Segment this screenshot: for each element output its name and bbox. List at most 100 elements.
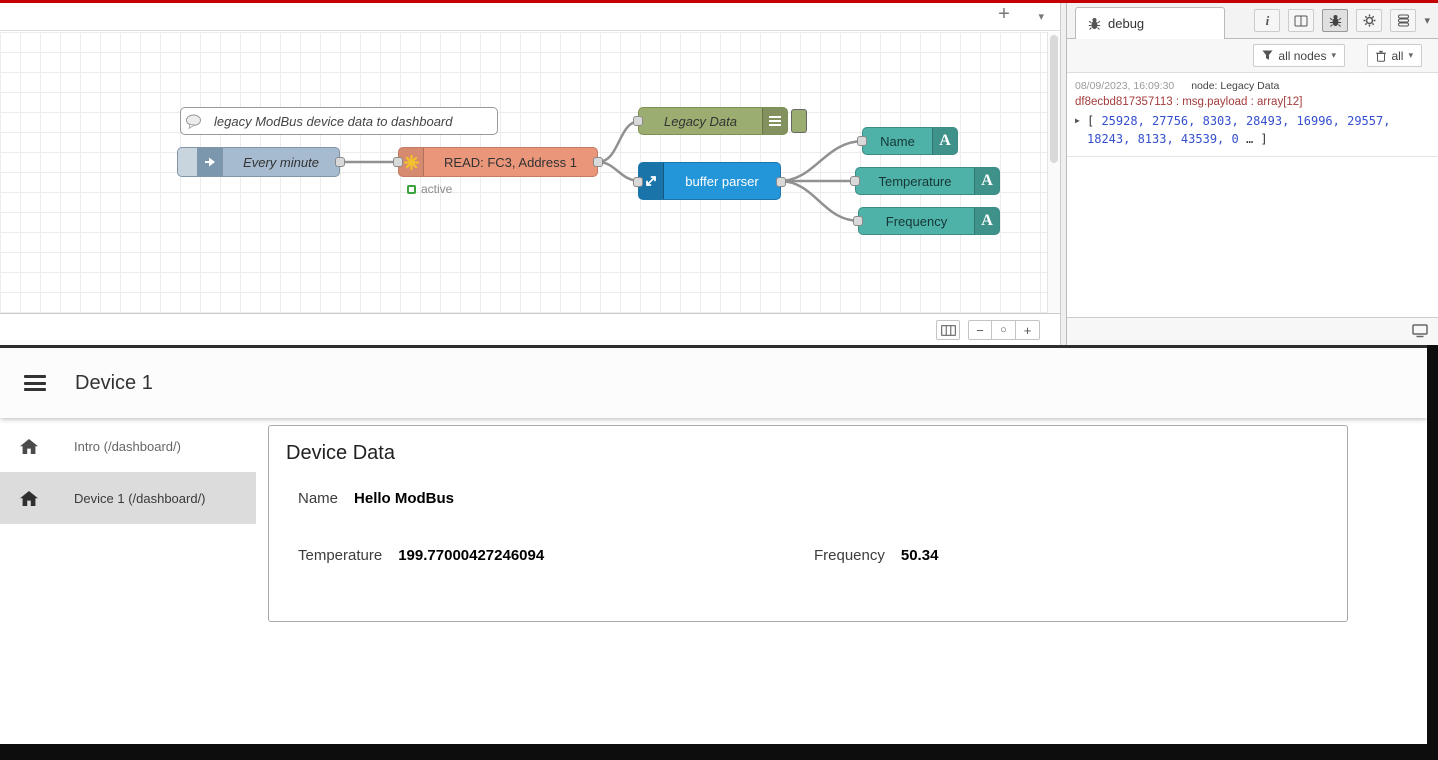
home-icon (20, 491, 38, 506)
open-debug-window-button[interactable] (1412, 324, 1428, 343)
comment-bubble-icon (181, 108, 206, 134)
debug-tab-button[interactable] (1322, 9, 1348, 32)
flow-list-caret-icon[interactable]: ▾ (1038, 10, 1044, 23)
help-tab-button[interactable] (1288, 9, 1314, 32)
monitor-icon (1412, 324, 1428, 338)
chevron-down-icon: ▾ (1331, 50, 1336, 61)
inject-output-port[interactable] (335, 157, 345, 167)
flow-canvas[interactable]: legacy ModBus device data to dashboard E… (0, 32, 1060, 313)
canvas-vertical-scrollbar[interactable] (1047, 32, 1060, 313)
debug-node[interactable]: Legacy Data (638, 107, 788, 135)
ui-text-node-frequency[interactable]: Frequency A (858, 207, 1000, 235)
ui-text-node-temperature[interactable]: Temperature A (855, 167, 1000, 195)
nav-item-device-1[interactable]: Device 1 (/dashboard/) (0, 472, 256, 524)
map-icon (941, 325, 956, 336)
modbus-read-input-port[interactable] (393, 157, 403, 167)
book-icon (1294, 15, 1308, 27)
buffer-parser-node[interactable]: buffer parser (638, 162, 781, 200)
ui-text-node-label: Frequency (859, 208, 974, 234)
modbus-read-node-label: READ: FC3, Address 1 (424, 148, 597, 176)
debug-enable-toggle[interactable] (791, 109, 807, 133)
ui-text-node-name[interactable]: Name A (862, 127, 958, 155)
funnel-icon (1262, 50, 1273, 61)
debug-source-node: node: Legacy Data (1191, 80, 1279, 92)
comment-node[interactable]: legacy ModBus device data to dashboard (180, 107, 498, 135)
editor-footer: − ○ + (0, 313, 1060, 345)
debug-message-path: df8ecbd817357113 : msg.payload : array[1… (1075, 96, 1430, 108)
context-data-tab-button[interactable] (1390, 9, 1416, 32)
debug-node-label: Legacy Data (639, 108, 762, 134)
field-value: 50.34 (901, 547, 939, 564)
ui-text-input-port[interactable] (857, 136, 867, 146)
field-label: Frequency (814, 547, 885, 564)
field-label: Temperature (298, 547, 382, 564)
add-flow-button[interactable]: + (992, 3, 1016, 26)
menu-hamburger-icon[interactable] (24, 375, 46, 391)
nav-item-intro[interactable]: Intro (/dashboard/) (0, 420, 256, 472)
debug-input-port[interactable] (633, 116, 643, 126)
payload-open-bracket: [ (1087, 114, 1101, 128)
debug-filter-button[interactable]: all nodes ▾ (1253, 44, 1345, 67)
field-label: Name (298, 490, 338, 507)
home-icon (20, 439, 38, 454)
field-value: Hello ModBus (354, 490, 454, 507)
sidebar-menu-caret-icon[interactable]: ▾ (1424, 14, 1430, 27)
debug-toolbar: all nodes ▾ all ▾ (1067, 39, 1438, 73)
zoom-in-button[interactable]: + (1016, 320, 1040, 340)
scrollbar-thumb[interactable] (1050, 35, 1058, 163)
modbus-read-output-port[interactable] (593, 157, 603, 167)
chevron-down-icon: ▾ (1408, 50, 1413, 61)
dashboard-page-title: Device 1 (75, 372, 153, 395)
parser-input-port[interactable] (633, 177, 643, 187)
bug-icon (1088, 17, 1101, 30)
status-text: active (421, 182, 452, 196)
sidebar-tabbar: debug i (1067, 3, 1438, 39)
gear-icon (1363, 14, 1376, 27)
config-nodes-tab-button[interactable] (1356, 9, 1382, 32)
list-icon (762, 108, 787, 134)
tab-debug[interactable]: debug (1075, 7, 1225, 39)
text-a-icon: A (974, 168, 999, 194)
inject-node-label: Every minute (223, 148, 339, 176)
flow-tabbar: + ▾ (0, 3, 1060, 31)
debug-message: 08/09/2023, 16:09:30 node: Legacy Data d… (1067, 73, 1438, 157)
debug-timestamp: 08/09/2023, 16:09:30 (1075, 80, 1174, 92)
modbus-read-node[interactable]: READ: FC3, Address 1 (398, 147, 598, 177)
inject-arrow-icon (198, 148, 223, 176)
inject-node[interactable]: Every minute (177, 147, 340, 177)
screen: + ▾ legacy ModBus device data to (0, 0, 1438, 760)
nav-item-label: Intro (/dashboard/) (74, 439, 181, 454)
debug-message-list: 08/09/2023, 16:09:30 node: Legacy Data d… (1067, 73, 1438, 317)
ui-text-input-port[interactable] (853, 216, 863, 226)
navigator-map-button[interactable] (936, 320, 960, 340)
bug-icon (1329, 14, 1342, 27)
debug-message-payload: ▶[ 25928, 27756, 8303, 28493, 16996, 295… (1075, 112, 1420, 148)
modbus-node-status: active (407, 182, 452, 196)
text-a-icon: A (974, 208, 999, 234)
ui-text-node-label: Temperature (856, 168, 974, 194)
comment-node-label: legacy ModBus device data to dashboard (206, 108, 497, 134)
info-tab-button[interactable]: i (1254, 9, 1280, 32)
parser-output-port[interactable] (776, 177, 786, 187)
nav-item-label: Device 1 (/dashboard/) (74, 491, 206, 506)
device-data-card: Device Data Name Hello ModBus Temperatur… (268, 425, 1348, 622)
field-temperature: Temperature 199.77000427246094 (298, 547, 544, 564)
trash-icon (1376, 50, 1386, 62)
field-frequency: Frequency 50.34 (814, 547, 938, 564)
debug-clear-button[interactable]: all ▾ (1367, 44, 1422, 67)
payload-close-bracket: … ] (1239, 132, 1268, 146)
zoom-out-button[interactable]: − (968, 320, 992, 340)
status-dot-icon (407, 185, 416, 194)
zoom-reset-button[interactable]: ○ (992, 320, 1016, 340)
dashboard-nav: Intro (/dashboard/) Device 1 (/dashboard… (0, 418, 256, 744)
inject-trigger-button[interactable] (178, 148, 198, 176)
debug-message-meta: 08/09/2023, 16:09:30 node: Legacy Data (1075, 80, 1430, 92)
field-value: 199.77000427246094 (398, 547, 544, 564)
sidebar-splitter[interactable] (1060, 3, 1067, 345)
flow-editor: + ▾ legacy ModBus device data to (0, 3, 1060, 345)
expand-caret-icon[interactable]: ▶ (1075, 115, 1080, 127)
debug-footer (1067, 317, 1438, 345)
ui-text-input-port[interactable] (850, 176, 860, 186)
database-icon (1397, 14, 1410, 27)
ui-text-node-label: Name (863, 128, 932, 154)
